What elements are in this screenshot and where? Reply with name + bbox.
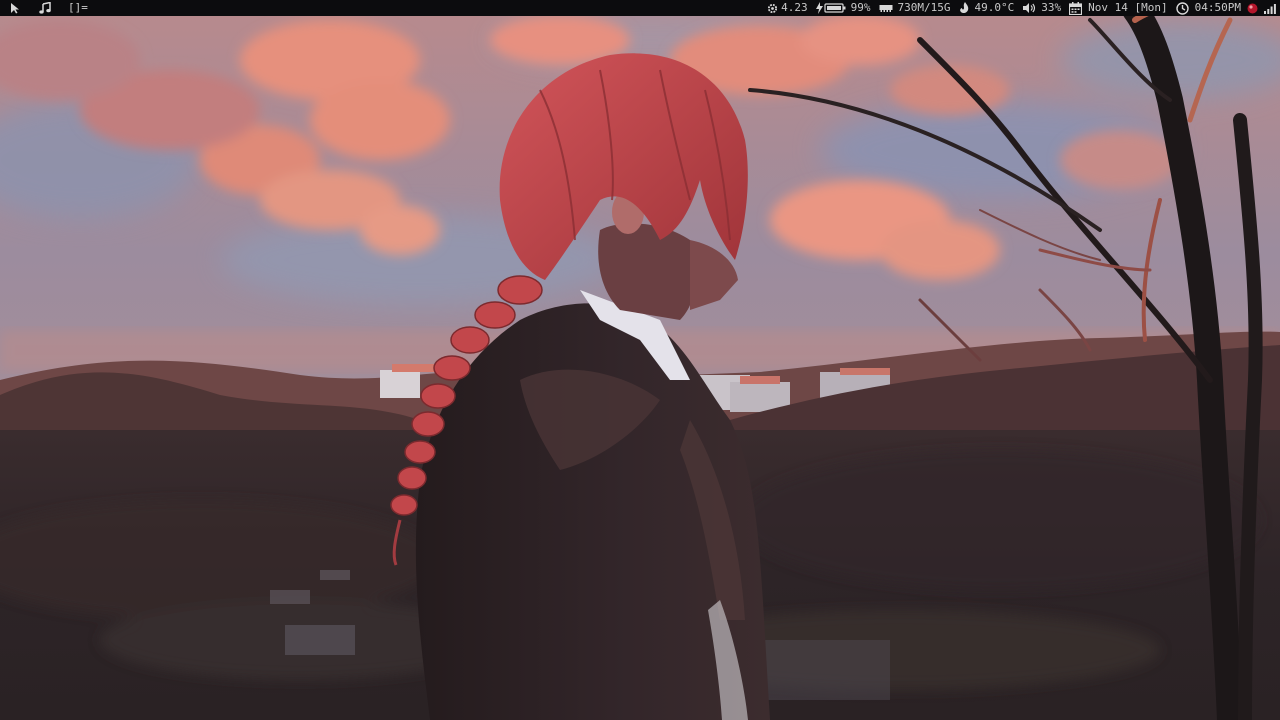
music-note-icon[interactable] (34, 0, 56, 16)
desktop: []= 4.23 99% 730M/15G 49.0°C 33% Nov 14 … (0, 0, 1280, 720)
volume-widget[interactable]: 33% (1022, 0, 1061, 16)
cpu-gear-icon (767, 0, 778, 16)
red-orb-icon[interactable] (1247, 0, 1258, 16)
status-bar: []= 4.23 99% 730M/15G 49.0°C 33% Nov 14 … (0, 0, 1280, 16)
memory-chip-icon (879, 0, 893, 16)
layout-indicator[interactable]: []= (68, 0, 88, 16)
date-widget[interactable]: Nov 14 [Mon] (1069, 0, 1168, 16)
memory-value: 730M/15G (897, 1, 951, 14)
signal-bars-icon[interactable] (1264, 0, 1276, 16)
time-value: 04:50PM (1194, 1, 1241, 14)
clock-icon (1175, 0, 1189, 16)
battery-widget: 99% (815, 0, 871, 16)
memory-widget: 730M/15G (879, 0, 951, 16)
status-bar-right: 4.23 99% 730M/15G 49.0°C 33% Nov 14 [Mon… (767, 0, 1280, 16)
temperature-value: 49.0°C (974, 1, 1015, 14)
wallpaper (0, 0, 1280, 720)
status-bar-left: []= (0, 0, 88, 16)
cpu-load-value: 4.23 (781, 1, 808, 14)
calendar-icon (1069, 0, 1083, 16)
date-value: Nov 14 [Mon] (1088, 1, 1168, 14)
battery-charging-icon (815, 0, 846, 16)
speaker-volume-icon[interactable] (1022, 0, 1036, 16)
volume-value: 33% (1041, 1, 1062, 14)
cpu-widget: 4.23 (767, 0, 808, 16)
temperature-widget: 49.0°C (959, 0, 1015, 16)
clock-widget[interactable]: 04:50PM (1175, 0, 1241, 16)
thermometer-flame-icon (959, 0, 970, 16)
battery-value: 99% (850, 1, 871, 14)
pointer-icon[interactable] (4, 0, 26, 16)
